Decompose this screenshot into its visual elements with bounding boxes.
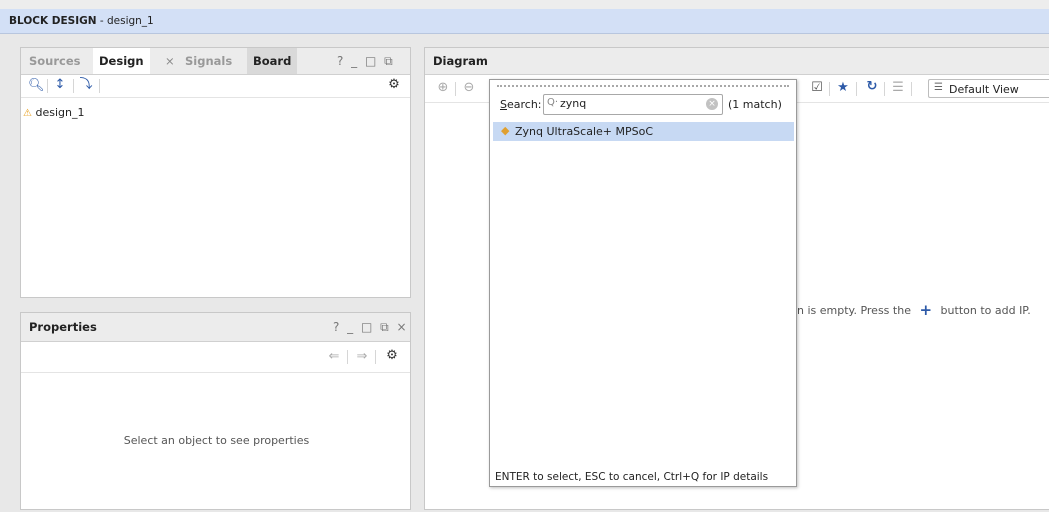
properties-toolbar: ⇐ ⇒ ⚙	[21, 342, 410, 373]
search-label-mnemonic: S	[500, 98, 507, 111]
ip-core-icon: ◆	[501, 124, 510, 137]
diagram-empty-message: n is empty. Press the + button to add IP…	[797, 300, 1031, 319]
top-strip	[0, 0, 1049, 9]
properties-empty-message: Select an object to see properties	[123, 434, 310, 447]
tab-board[interactable]: Board	[247, 48, 298, 74]
diagram-title: Diagram	[433, 54, 488, 68]
view-select-icon: ☰	[934, 82, 943, 93]
ip-search-input[interactable]	[560, 96, 700, 111]
window-title: BLOCK DESIGN - design_1	[9, 15, 154, 27]
toolbar-separator	[73, 79, 74, 93]
ip-search-box[interactable]: Q· ×	[543, 94, 723, 115]
properties-panel: Properties ? _ □ ⧉ × ⇐ ⇒ ⚙ Select an obj…	[20, 312, 411, 510]
ip-result-label: Zynq UltraScale+ MPSoC	[515, 125, 654, 138]
back-arrow-icon[interactable]: ⇐	[327, 350, 341, 364]
properties-panel-header: Properties ? _ □ ⧉ ×	[21, 313, 410, 342]
tab-signals[interactable]: Signals	[179, 48, 238, 74]
tab-sources[interactable]: Sources	[23, 48, 87, 74]
window-title-bold: BLOCK DESIGN	[9, 15, 97, 27]
sources-toolbar: 🔍︎ ↕ ⤵ ⚙	[21, 75, 410, 98]
pin-icon[interactable]: ★	[836, 81, 850, 95]
toolbar-separator	[375, 350, 376, 364]
popup-hint: ENTER to select, ESC to cancel, Ctrl+Q f…	[495, 471, 769, 483]
zoom-in-icon[interactable]: ⊕	[436, 81, 450, 95]
diagram-empty-text: n is empty. Press the	[797, 304, 911, 317]
toolbar-separator	[347, 350, 348, 364]
tab-design-close-button[interactable]: ×	[159, 48, 181, 74]
validate-icon[interactable]: ☑	[810, 81, 824, 95]
gear-icon[interactable]: ⚙	[387, 78, 401, 92]
tree-item-design-1[interactable]: ⚠ design_1	[23, 106, 84, 122]
tree-item-label: design_1	[35, 106, 85, 119]
toolbar-separator	[455, 82, 456, 96]
search-label-rest: earch:	[506, 98, 542, 111]
sources-panel: Sources Design × Signals Board ? _ □ ⧉ 🔍…	[20, 47, 411, 298]
properties-window-controls[interactable]: ? _ □ ⧉ ×	[333, 313, 409, 341]
add-ip-icon[interactable]: +	[919, 301, 932, 319]
tab-design[interactable]: Design	[93, 48, 150, 74]
toolbar-separator	[856, 82, 857, 96]
regenerate-layout-icon[interactable]: ☰	[891, 81, 905, 95]
search-icon: Q·	[547, 97, 559, 108]
view-select[interactable]: ☰ Default View	[928, 79, 1049, 98]
block-design-titlebar: BLOCK DESIGN - design_1	[0, 9, 1049, 34]
toolbar-separator	[47, 79, 48, 93]
sources-window-controls[interactable]: ? _ □ ⧉	[337, 48, 395, 74]
toolbar-separator	[884, 82, 885, 96]
toolbar-separator	[829, 82, 830, 96]
sources-panel-header: Sources Design × Signals Board ? _ □ ⧉	[21, 48, 410, 75]
list-item[interactable]: ◆ Zynq UltraScale+ MPSoC	[493, 122, 794, 141]
refresh-icon[interactable]: ↻	[865, 80, 879, 94]
gear-icon[interactable]: ⚙	[385, 349, 399, 363]
expand-hierarchy-icon[interactable]: ⤵	[79, 78, 93, 92]
search-label: Search:	[500, 98, 542, 111]
diagram-empty-text-tail: button to add IP.	[940, 304, 1031, 317]
match-count: (1 match)	[728, 98, 782, 111]
search-icon[interactable]: 🔍︎	[28, 79, 45, 93]
window-title-rest: - design_1	[96, 15, 154, 27]
toolbar-separator	[99, 79, 100, 93]
collapse-all-icon[interactable]: ↕	[53, 78, 67, 92]
diagram-panel-header: Diagram	[425, 48, 1049, 75]
clear-search-icon[interactable]: ×	[706, 98, 718, 110]
view-select-label: Default View	[949, 83, 1019, 96]
toolbar-separator	[911, 82, 912, 96]
ip-search-popup: Search: Q· × (1 match) ◆ Zynq UltraScale…	[489, 79, 797, 487]
properties-title: Properties	[29, 320, 97, 334]
popup-drag-handle[interactable]	[497, 85, 789, 87]
warning-icon: ⚠	[23, 108, 32, 119]
forward-arrow-icon[interactable]: ⇒	[355, 350, 369, 364]
zoom-out-icon[interactable]: ⊖	[462, 81, 476, 95]
